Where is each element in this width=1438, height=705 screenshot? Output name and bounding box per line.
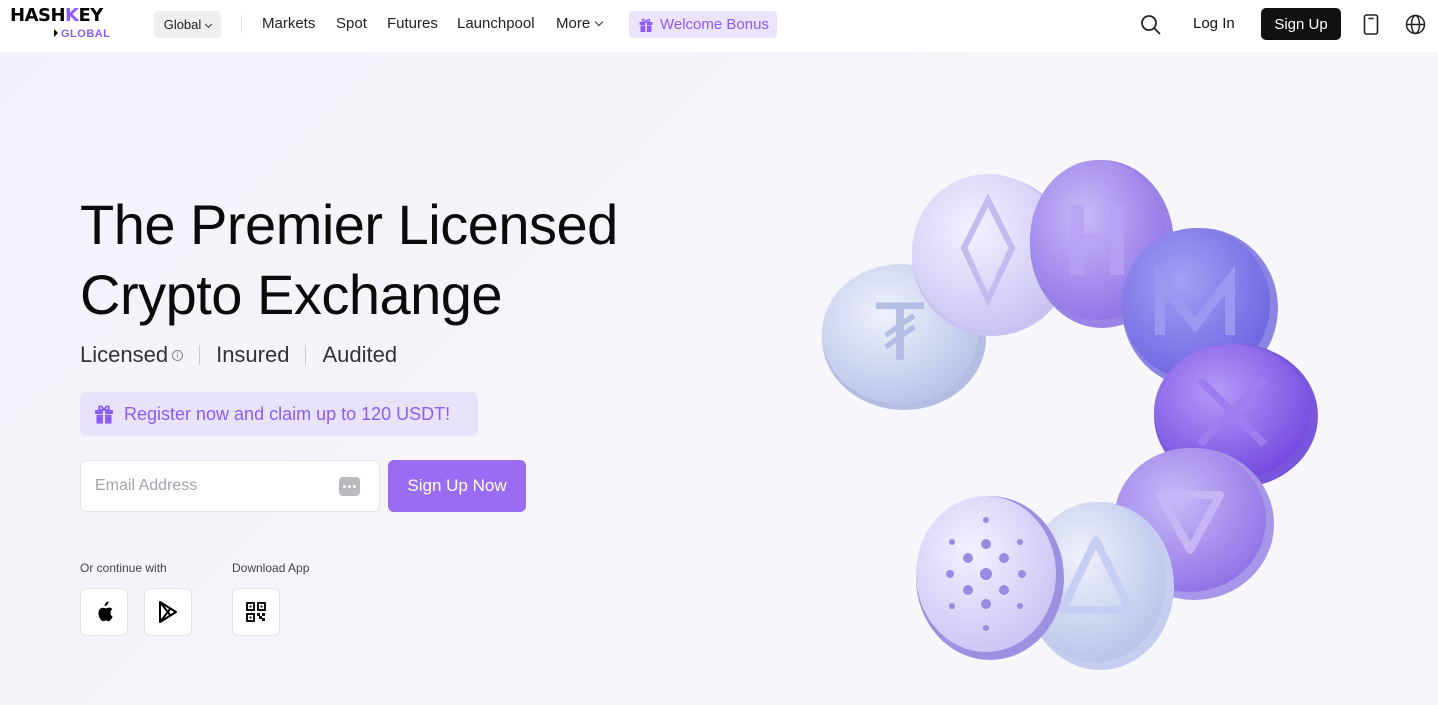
email-input[interactable] <box>95 477 325 495</box>
nav-futures[interactable]: Futures <box>387 15 438 32</box>
hero-title-line-2: Crypto Exchange <box>80 263 503 326</box>
logo-wordmark: HASHKEY <box>10 5 103 26</box>
phone-icon[interactable] <box>1363 14 1379 35</box>
region-label: Global <box>163 17 202 32</box>
divider <box>199 345 201 365</box>
chevron-down-icon <box>594 17 604 27</box>
apple-icon <box>98 601 113 622</box>
hashkey-logo[interactable]: HASHKEY GLOBAL <box>10 6 114 42</box>
promo-text: Register now and claim up to 120 USDT! <box>124 403 451 424</box>
cardano-coin <box>916 496 1064 660</box>
sign-up-now-button[interactable]: Sign Up Now <box>388 460 526 512</box>
nav-markets[interactable]: Markets <box>262 15 315 32</box>
email-field-wrapper <box>80 460 380 512</box>
google-play-icon <box>159 601 177 623</box>
chevron-down-icon <box>205 20 213 29</box>
download-app-label: Download App <box>232 561 310 575</box>
badge-insured: Insured <box>216 342 290 367</box>
gift-icon <box>639 18 653 32</box>
search-icon[interactable] <box>1140 14 1161 35</box>
qr-code-icon <box>246 602 266 622</box>
nav-spot[interactable]: Spot <box>336 15 367 32</box>
divider <box>305 345 307 365</box>
download-app-qr-button[interactable] <box>232 588 280 636</box>
region-selector[interactable]: Global <box>154 11 221 38</box>
nav-launchpool[interactable]: Launchpool <box>457 15 535 32</box>
register-promo-banner[interactable]: Register now and claim up to 120 USDT! <box>80 392 478 436</box>
badge-audited: Audited <box>322 342 398 367</box>
google-play-button[interactable] <box>144 588 192 636</box>
crypto-coins-illustration: ₮ <box>822 160 1318 670</box>
nav-more-label: More <box>556 15 591 32</box>
welcome-bonus-button[interactable]: Welcome Bonus <box>629 11 777 38</box>
svg-text:₮: ₮ <box>875 289 925 379</box>
top-navigation-bar: HASHKEY GLOBAL Global Markets Spot Futur… <box>0 0 1438 52</box>
login-link[interactable]: Log In <box>1193 15 1235 32</box>
hero-title-line-1: The Premier Licensed <box>80 193 618 256</box>
gift-icon <box>95 405 113 424</box>
info-icon[interactable]: i <box>172 349 184 361</box>
globe-icon[interactable] <box>1405 14 1426 35</box>
continue-with-label: Or continue with <box>80 561 167 575</box>
trust-badges: Licensed i Insured Audited <box>80 342 397 368</box>
logo-subtitle: GLOBAL <box>54 28 110 40</box>
password-manager-icon[interactable] <box>339 477 360 496</box>
apple-login-button[interactable] <box>80 588 128 636</box>
signup-button[interactable]: Sign Up <box>1261 8 1341 40</box>
welcome-bonus-label: Welcome Bonus <box>660 16 769 33</box>
nav-more[interactable]: More <box>556 15 604 32</box>
hero-title: The Premier Licensed Crypto Exchange <box>80 190 700 330</box>
badge-licensed: Licensed <box>80 342 169 367</box>
divider <box>241 15 242 33</box>
